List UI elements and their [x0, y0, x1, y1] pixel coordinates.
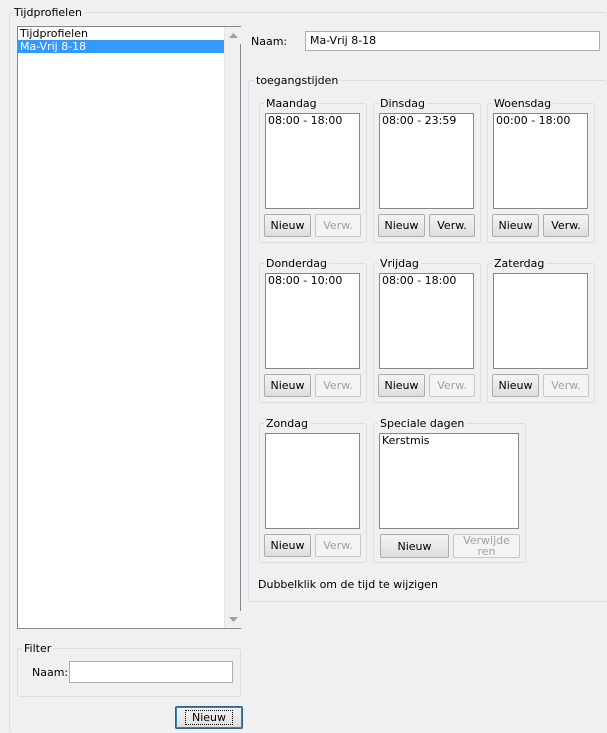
- list-item[interactable]: 08:00 - 23:59: [380, 114, 473, 127]
- filter-name-label: Naam:: [32, 666, 69, 679]
- list-item[interactable]: Tijdprofielen: [18, 27, 225, 40]
- day-label: Donderdag: [264, 257, 329, 270]
- day-times-list[interactable]: 08:00 - 18:00: [265, 113, 360, 209]
- new-profile-button-label: Nieuw: [184, 710, 234, 725]
- day-group-vrijdag: Vrijdag 08:00 - 18:00 Nieuw Verw.: [373, 257, 481, 403]
- day-group-donderdag: Donderdag 08:00 - 10:00 Nieuw Verw.: [259, 257, 367, 403]
- day-label: Zaterdag: [492, 257, 547, 270]
- special-days-list[interactable]: Kerstmis: [379, 433, 519, 529]
- day-delete-button[interactable]: Verw.: [315, 374, 361, 397]
- day-times-list[interactable]: [493, 273, 588, 369]
- access-times-legend: toegangstijden: [254, 74, 341, 87]
- profiles-list[interactable]: Tijdprofielen Ma-Vrij 8-18: [17, 26, 241, 629]
- day-group-dinsdag: Dinsdag 08:00 - 23:59 Nieuw Verw.: [373, 97, 481, 243]
- new-profile-button[interactable]: Nieuw: [175, 706, 243, 729]
- special-new-button[interactable]: Nieuw: [380, 534, 449, 558]
- day-delete-button[interactable]: Verw.: [543, 374, 589, 397]
- day-group-maandag: Maandag 08:00 - 18:00 Nieuw Verw.: [259, 97, 367, 243]
- list-item[interactable]: 08:00 - 18:00: [266, 114, 359, 127]
- day-label: Maandag: [264, 97, 319, 110]
- day-label: Dinsdag: [378, 97, 427, 110]
- filter-group: Filter Naam:: [17, 642, 241, 697]
- profile-name-input[interactable]: Ma-Vrij 8-18: [305, 31, 600, 51]
- special-delete-button[interactable]: Verwijderen: [453, 534, 520, 558]
- list-item[interactable]: Kerstmis: [380, 434, 518, 447]
- list-item-selected[interactable]: Ma-Vrij 8-18: [18, 40, 225, 53]
- day-delete-button[interactable]: Verw.: [543, 214, 589, 237]
- day-new-button[interactable]: Nieuw: [264, 374, 311, 397]
- day-times-list[interactable]: [265, 433, 360, 529]
- special-days-label: Speciale dagen: [378, 417, 467, 430]
- filter-name-input[interactable]: [69, 661, 233, 683]
- day-group-woensdag: Woensdag 00:00 - 18:00 Nieuw Verw.: [487, 97, 595, 243]
- filter-group-legend: Filter: [22, 642, 54, 655]
- scroll-down-icon[interactable]: [225, 611, 241, 628]
- day-times-list[interactable]: 00:00 - 18:00: [493, 113, 588, 209]
- day-delete-button[interactable]: Verw.: [315, 214, 361, 237]
- day-new-button[interactable]: Nieuw: [264, 534, 311, 557]
- day-new-button[interactable]: Nieuw: [378, 374, 425, 397]
- profiles-group-legend: Tijdprofielen: [12, 6, 84, 19]
- list-item[interactable]: 00:00 - 18:00: [494, 114, 587, 127]
- vertical-scrollbar[interactable]: [224, 27, 241, 628]
- day-new-button[interactable]: Nieuw: [492, 214, 539, 237]
- day-delete-button[interactable]: Verw.: [315, 534, 361, 557]
- day-new-button[interactable]: Nieuw: [264, 214, 311, 237]
- day-delete-button[interactable]: Verw.: [429, 214, 475, 237]
- day-times-list[interactable]: 08:00 - 10:00: [265, 273, 360, 369]
- scroll-up-icon[interactable]: [225, 27, 241, 44]
- day-new-button[interactable]: Nieuw: [378, 214, 425, 237]
- day-times-list[interactable]: 08:00 - 23:59: [379, 113, 474, 209]
- profile-name-label: Naam:: [251, 35, 288, 48]
- day-group-zondag: Zondag Nieuw Verw.: [259, 417, 367, 563]
- day-label: Zondag: [264, 417, 310, 430]
- list-item[interactable]: 08:00 - 10:00: [266, 274, 359, 287]
- special-delete-button-label: Verwijderen: [463, 534, 510, 558]
- day-new-button[interactable]: Nieuw: [492, 374, 539, 397]
- day-label: Woensdag: [492, 97, 554, 110]
- special-days-group: Speciale dagen Kerstmis Nieuw Verwijdere…: [373, 417, 526, 563]
- day-label: Vrijdag: [378, 257, 421, 270]
- list-item[interactable]: 08:00 - 18:00: [380, 274, 473, 287]
- edit-hint: Dubbelklik om de tijd te wijzigen: [258, 578, 438, 591]
- day-group-zaterdag: Zaterdag Nieuw Verw.: [487, 257, 595, 403]
- day-delete-button[interactable]: Verw.: [429, 374, 475, 397]
- day-times-list[interactable]: 08:00 - 18:00: [379, 273, 474, 369]
